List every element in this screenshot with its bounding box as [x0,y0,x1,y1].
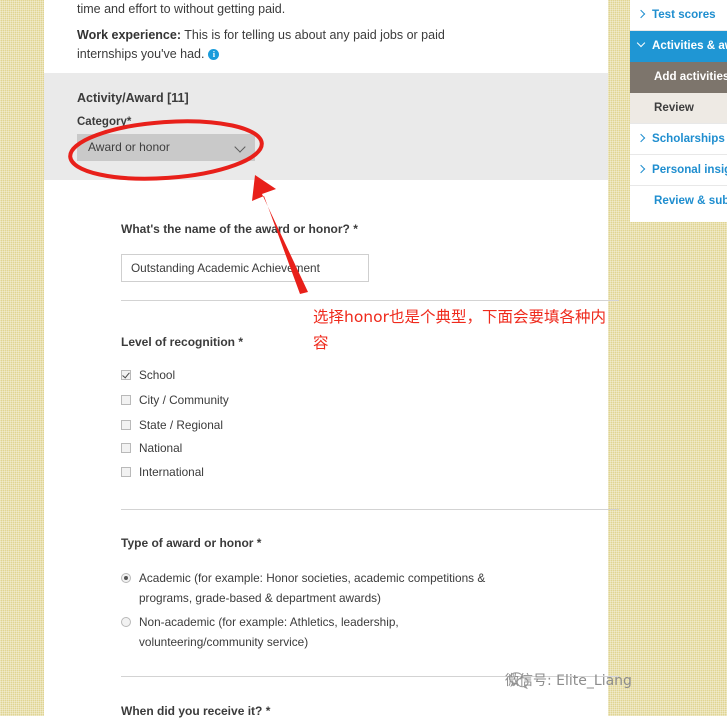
checkbox-state-regional[interactable]: State / Regional [121,418,223,434]
radio-label-line-1: Academic (for example: Honor societies, … [139,571,486,585]
checkbox-international[interactable]: International [121,465,204,481]
radio-non-academic[interactable]: Non-academic (for example: Athletics, le… [121,612,521,652]
activity-award-heading: Activity/Award [11] [77,91,189,105]
sidebar-item-add-activities[interactable]: Add activities & [630,62,727,93]
chevron-right-icon [638,135,644,141]
sidebar-item-label: Review & subm [654,194,727,207]
chevron-right-icon [638,11,644,17]
radio-academic[interactable]: Academic (for example: Honor societies, … [121,568,521,608]
checkbox-icon [121,420,131,430]
award-name-value: Outstanding Academic Achievement [131,261,320,275]
divider-1 [121,300,619,301]
radio-label-line-2: programs, grade-based & department award… [139,591,381,605]
activity-award-panel: Activity/Award [11] Category* Award or h… [44,73,608,180]
divider-2 [121,509,619,510]
radio-icon [121,617,131,627]
sidebar-item-scholarships[interactable]: Scholarships & [630,124,727,155]
radio-icon [121,573,131,583]
page-background: time and effort to without getting paid.… [0,0,727,718]
intro-text-block: time and effort to without getting paid.… [77,0,497,74]
sidebar-item-label: Add activities & [654,70,727,83]
category-select[interactable]: Award or honor [77,134,255,161]
radio-label-line-2: volunteering/community service) [139,635,309,649]
sidebar-item-activities-awards[interactable]: Activities & aw [630,31,727,62]
checkbox-icon [121,467,131,477]
sidebar-item-review-submit[interactable]: Review & subm [630,186,727,217]
checkbox-label: State / Regional [139,418,223,432]
sidebar-item-label: Review [654,101,694,114]
checkbox-label: International [139,465,204,479]
checkbox-icon [121,395,131,405]
checkbox-icon [121,370,131,380]
sidebar-item-label: Test scores [652,8,716,21]
sidebar-item-label: Activities & aw [652,39,727,52]
sidebar-item-label: Personal insigh [652,163,727,176]
level-of-recognition-label: Level of recognition * [121,335,244,349]
sidebar-navigation: Test scores Activities & aw Add activiti… [630,0,727,222]
radio-label-line-1: Non-academic (for example: Athletics, le… [139,615,399,629]
checkbox-school[interactable]: School [121,368,175,384]
checkbox-city-community[interactable]: City / Community [121,393,229,409]
checkbox-label: City / Community [139,393,229,407]
work-experience-paragraph: Work experience: This is for telling us … [77,26,497,64]
main-content-column: time and effort to without getting paid.… [44,0,619,718]
category-select-value: Award or honor [88,140,170,154]
award-name-label: What's the name of the award or honor? * [121,222,358,236]
sidebar-item-personal-insight[interactable]: Personal insigh [630,155,727,186]
checkbox-label: School [139,368,176,382]
chevron-down-icon [236,143,245,152]
watermark-text: 微信号: Elite_Liang [505,673,632,689]
sidebar-item-test-scores[interactable]: Test scores [630,0,727,31]
award-name-input[interactable]: Outstanding Academic Achievement [121,254,369,282]
sidebar-item-label: Scholarships & [652,132,727,145]
type-of-award-label: Type of award or honor * [121,536,262,550]
category-label: Category* [77,116,132,128]
checkbox-national[interactable]: National [121,441,182,457]
chevron-down-icon [638,42,644,48]
checkbox-label: National [139,441,183,455]
checkbox-icon [121,443,131,453]
chevron-right-icon [638,166,644,172]
intro-line-1: time and effort to without getting paid. [77,2,286,16]
info-icon[interactable]: i [208,49,220,60]
work-experience-label: Work experience: [77,28,181,42]
sidebar-item-review[interactable]: Review [630,93,727,124]
